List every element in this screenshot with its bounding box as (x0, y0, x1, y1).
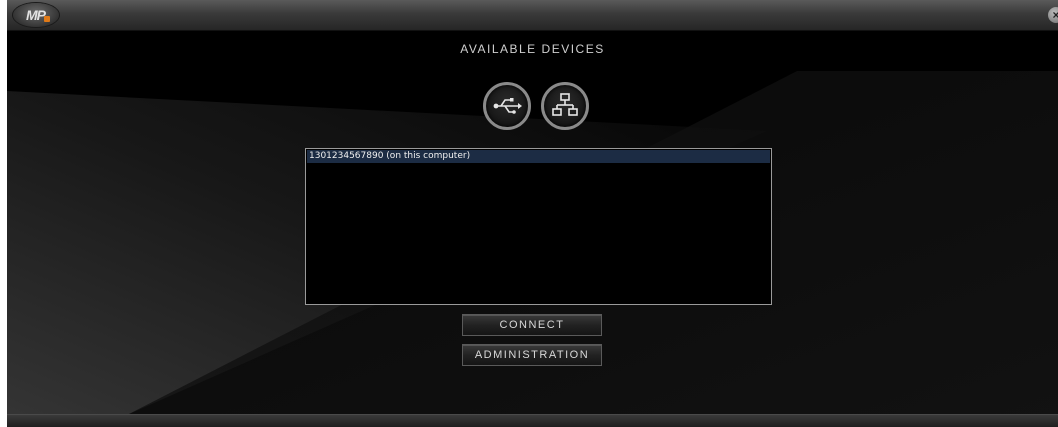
main-window: MP × AVAILABLE DEVICES 1301234567890 (on… (7, 0, 1058, 427)
usb-connection-button[interactable] (483, 82, 531, 130)
network-connection-button[interactable] (541, 82, 589, 130)
network-icon (552, 93, 578, 116)
logo-accent (44, 16, 50, 22)
app-logo: MP (13, 3, 59, 27)
administration-button[interactable]: ADMINISTRATION (462, 344, 602, 366)
usb-icon (493, 98, 522, 114)
device-list[interactable]: 1301234567890 (on this computer) (305, 148, 772, 305)
connect-button[interactable]: CONNECT (462, 314, 602, 336)
bottom-bar (7, 414, 1058, 427)
page-title: AVAILABLE DEVICES (460, 42, 605, 56)
logo-text: MP (26, 7, 46, 23)
list-item[interactable]: 1301234567890 (on this computer) (307, 150, 770, 163)
close-icon[interactable]: × (1048, 7, 1058, 23)
title-bar[interactable]: MP × (7, 0, 1058, 31)
